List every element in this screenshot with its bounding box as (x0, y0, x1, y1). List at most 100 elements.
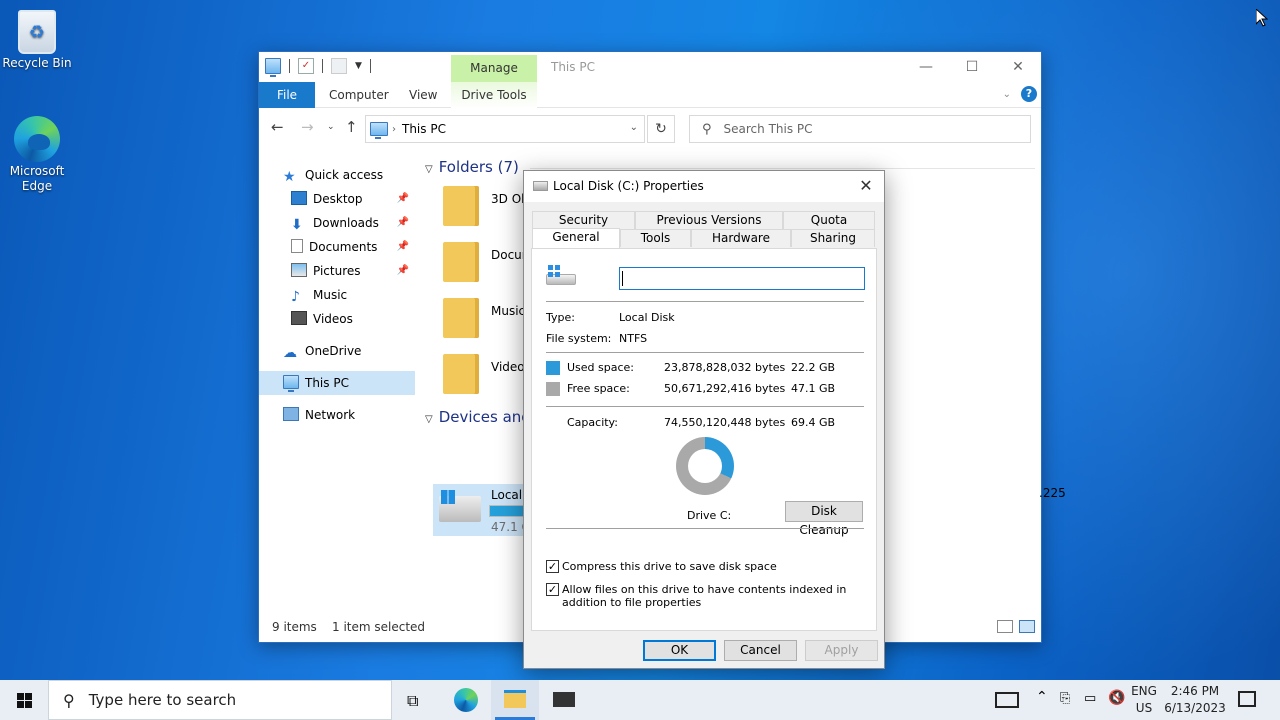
help-icon[interactable]: ? (1021, 86, 1037, 102)
recycle-bin-icon (18, 10, 56, 54)
nav-label: This PC (305, 376, 349, 390)
folder-icon (443, 242, 479, 282)
recent-locations-chevron-icon[interactable]: ⌄ (327, 122, 335, 132)
disk-cleanup-button[interactable]: Disk Cleanup (785, 501, 863, 537)
minimize-icon[interactable]: — (903, 52, 949, 82)
task-view-button[interactable]: ⧉ (392, 680, 440, 720)
up-arrow-icon[interactable]: ↑ (345, 118, 358, 136)
tab-sharing[interactable]: Sharing (791, 229, 875, 247)
pin-icon[interactable]: 📌 (397, 259, 409, 283)
used-space-gb: 22.2 GB (791, 361, 836, 374)
tab-drive-tools[interactable]: Drive Tools (451, 82, 537, 108)
network-icon (283, 407, 299, 421)
back-arrow-icon[interactable]: ← (271, 118, 284, 136)
tab-computer[interactable]: Computer (329, 82, 389, 108)
address-row: ← → ⌄ ↑ › This PC ⌄ ↻ ⚲ Search This PC (259, 108, 1041, 146)
taskbar-mail[interactable] (540, 680, 588, 720)
maximize-icon[interactable]: ☐ (949, 52, 995, 82)
large-icons-view-icon[interactable] (1019, 620, 1035, 633)
address-bar[interactable]: › This PC ⌄ (365, 115, 645, 143)
breadcrumb[interactable]: This PC (402, 122, 446, 136)
drive-icon (546, 265, 576, 287)
folders-group-header[interactable]: ▽ Folders (7) (425, 158, 519, 176)
free-space-gb: 47.1 GB (791, 382, 836, 395)
volume-label-input[interactable] (619, 267, 865, 290)
breadcrumb-chevron-icon[interactable]: › (392, 124, 396, 135)
download-arrow-icon: ⬇ (291, 217, 303, 233)
recycle-bin-label: Recycle Bin (2, 56, 72, 70)
tab-hardware[interactable]: Hardware (691, 229, 791, 247)
clock-date[interactable]: 6/13/2023 (1162, 701, 1228, 715)
action-center-mini-icon[interactable] (995, 692, 1019, 708)
divider (546, 301, 864, 302)
usb-icon[interactable]: ⎘ (1060, 691, 1070, 706)
keyboard-layout-indicator[interactable]: US (1128, 701, 1160, 715)
toolbar-divider (289, 59, 290, 73)
taskbar-search-box[interactable]: ⚲ Type here to search (48, 680, 392, 720)
nav-music[interactable]: ♪ Music (259, 283, 415, 307)
compress-checkbox[interactable]: ✓ (546, 560, 559, 573)
tab-view[interactable]: View (409, 82, 437, 108)
start-button[interactable] (0, 680, 48, 720)
edge-shortcut[interactable]: Microsoft Edge (1, 116, 73, 194)
close-icon[interactable]: ✕ (995, 52, 1041, 82)
index-checkbox[interactable]: ✓ (546, 583, 559, 596)
nav-videos[interactable]: Videos (259, 307, 415, 331)
nav-desktop[interactable]: Desktop 📌 (259, 187, 415, 211)
search-input[interactable]: ⚲ Search This PC (689, 115, 1031, 143)
refresh-button[interactable]: ↻ (647, 115, 675, 143)
nav-pictures[interactable]: Pictures 📌 (259, 259, 415, 283)
nav-this-pc[interactable]: This PC (259, 371, 415, 395)
nav-label: Quick access (305, 168, 384, 182)
taskbar-search-placeholder: Type here to search (88, 691, 237, 709)
window-controls: — ☐ ✕ (903, 52, 1041, 82)
recycle-bin-shortcut[interactable]: Recycle Bin (1, 10, 73, 70)
pin-icon[interactable]: 📌 (397, 187, 409, 211)
search-icon: ⚲ (63, 690, 75, 710)
nav-onedrive[interactable]: ☁ OneDrive (259, 339, 415, 363)
nav-label: Downloads (313, 216, 379, 230)
nav-quick-access[interactable]: ★ Quick access (259, 163, 415, 187)
divider (546, 528, 864, 529)
tab-tools[interactable]: Tools (620, 229, 691, 247)
show-hidden-icons-icon[interactable]: ⌃ (1036, 689, 1048, 705)
network-tray-icon[interactable]: ▭ (1084, 691, 1096, 706)
nav-documents[interactable]: Documents 📌 (259, 235, 415, 259)
taskbar-edge[interactable] (442, 680, 490, 720)
ok-button[interactable]: OK (643, 640, 716, 661)
nav-downloads[interactable]: ⬇ Downloads 📌 (259, 211, 415, 235)
pin-icon[interactable]: 📌 (397, 235, 409, 259)
folder-icon (443, 354, 479, 394)
clock-time[interactable]: 2:46 PM (1162, 684, 1228, 698)
collapse-chevron-icon[interactable]: ▽ (425, 164, 433, 175)
properties-icon[interactable]: ✓ (298, 58, 314, 74)
language-indicator[interactable]: ENG (1128, 684, 1160, 698)
quick-access-toolbar: ✓ ▼ (265, 58, 371, 77)
tab-general[interactable]: General (532, 228, 620, 248)
cancel-button[interactable]: Cancel (724, 640, 797, 661)
address-dropdown-chevron-icon[interactable]: ⌄ (630, 122, 638, 133)
pin-icon[interactable]: 📌 (397, 211, 409, 235)
tab-file[interactable]: File (259, 82, 315, 108)
nav-network[interactable]: Network (259, 403, 415, 427)
tab-security[interactable]: Security (532, 211, 635, 229)
customize-toolbar-chevron-icon[interactable]: ▼ (355, 61, 362, 71)
devices-group-header[interactable]: ▽ Devices and (425, 408, 531, 426)
new-folder-icon[interactable] (331, 58, 347, 74)
view-toggle (997, 620, 1035, 633)
ribbon-right-controls: ⌄ ? (1003, 86, 1037, 102)
notifications-icon[interactable] (1238, 691, 1256, 707)
details-view-icon[interactable] (997, 620, 1013, 633)
close-icon[interactable]: ✕ (856, 176, 876, 195)
taskbar-file-explorer[interactable] (491, 680, 539, 720)
expand-ribbon-chevron-icon[interactable]: ⌄ (1003, 89, 1011, 100)
collapse-chevron-icon[interactable]: ▽ (425, 414, 433, 425)
pictures-icon (291, 263, 307, 277)
apply-button[interactable]: Apply (805, 640, 878, 661)
toolbar-divider (369, 59, 371, 73)
tab-previous-versions[interactable]: Previous Versions (635, 211, 783, 229)
volume-muted-icon[interactable]: 🔇 (1108, 690, 1125, 706)
search-icon: ⚲ (702, 121, 712, 137)
forward-arrow-icon[interactable]: → (301, 118, 314, 136)
tab-quota[interactable]: Quota (783, 211, 875, 229)
